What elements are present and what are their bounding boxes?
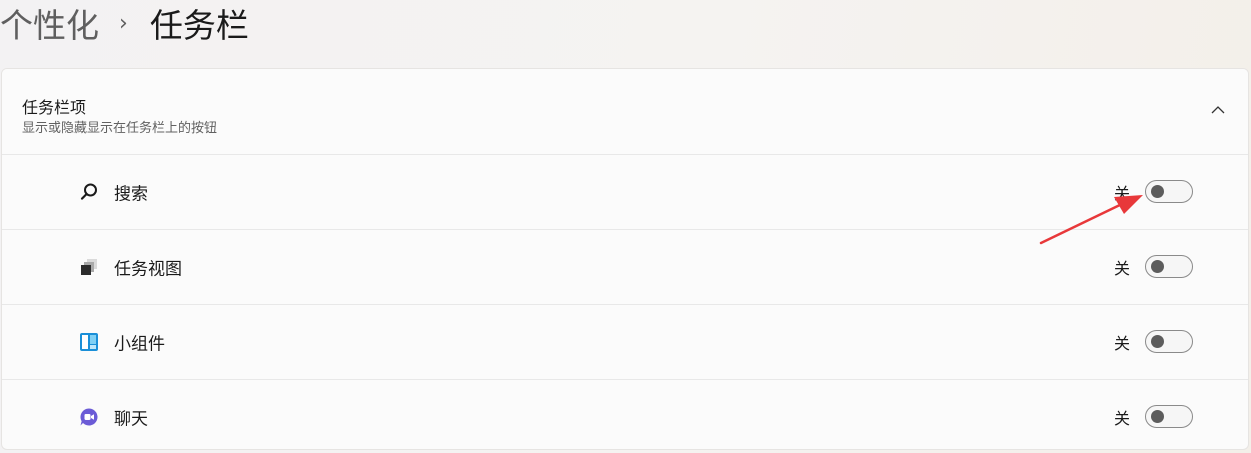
breadcrumb-parent-link[interactable]: 个性化 xyxy=(0,9,99,42)
chat-toggle[interactable] xyxy=(1145,404,1193,428)
page-title: 任务栏 xyxy=(149,5,249,45)
search-icon xyxy=(79,182,99,202)
taskbar-item-label: 任务视图 xyxy=(114,259,182,280)
taskbar-item-label: 搜索 xyxy=(114,184,148,205)
section-title: 任务栏项 xyxy=(22,98,87,117)
taskbar-item-task-view: 任务视图 关 xyxy=(2,230,1248,305)
breadcrumb: 个性化 › 任务栏 xyxy=(0,0,249,50)
chevron-up-icon xyxy=(1211,105,1225,113)
toggle-knob xyxy=(1151,260,1164,273)
taskbar-item-label: 聊天 xyxy=(114,409,148,429)
taskbar-item-search: 搜索 关 xyxy=(2,155,1248,230)
toggle-knob xyxy=(1151,335,1164,348)
taskbar-item-chat: 聊天 关 xyxy=(2,380,1248,449)
task-view-icon xyxy=(79,257,99,277)
taskbar-items-panel: 任务栏项 显示或隐藏显示在任务栏上的按钮 搜索 关 任务视图 关 小组件 关 聊… xyxy=(1,68,1249,450)
toggle-knob xyxy=(1151,409,1164,423)
task-view-toggle[interactable] xyxy=(1145,255,1193,278)
toggle-knob xyxy=(1151,185,1164,198)
taskbar-item-widgets: 小组件 关 xyxy=(2,305,1248,380)
toggle-state-label: 关 xyxy=(1113,259,1130,278)
collapse-button[interactable] xyxy=(1208,99,1228,119)
widgets-toggle[interactable] xyxy=(1145,330,1193,353)
widgets-icon xyxy=(79,332,99,352)
search-toggle[interactable] xyxy=(1145,180,1193,203)
chat-icon xyxy=(79,407,99,427)
breadcrumb-separator: › xyxy=(119,11,128,36)
toggle-state-label: 关 xyxy=(1113,408,1130,428)
taskbar-items-header[interactable]: 任务栏项 显示或隐藏显示在任务栏上的按钮 xyxy=(2,69,1248,155)
section-subtitle: 显示或隐藏显示在任务栏上的按钮 xyxy=(22,121,218,136)
toggle-state-label: 关 xyxy=(1113,334,1130,353)
taskbar-item-label: 小组件 xyxy=(114,334,165,355)
toggle-state-label: 关 xyxy=(1113,184,1130,203)
